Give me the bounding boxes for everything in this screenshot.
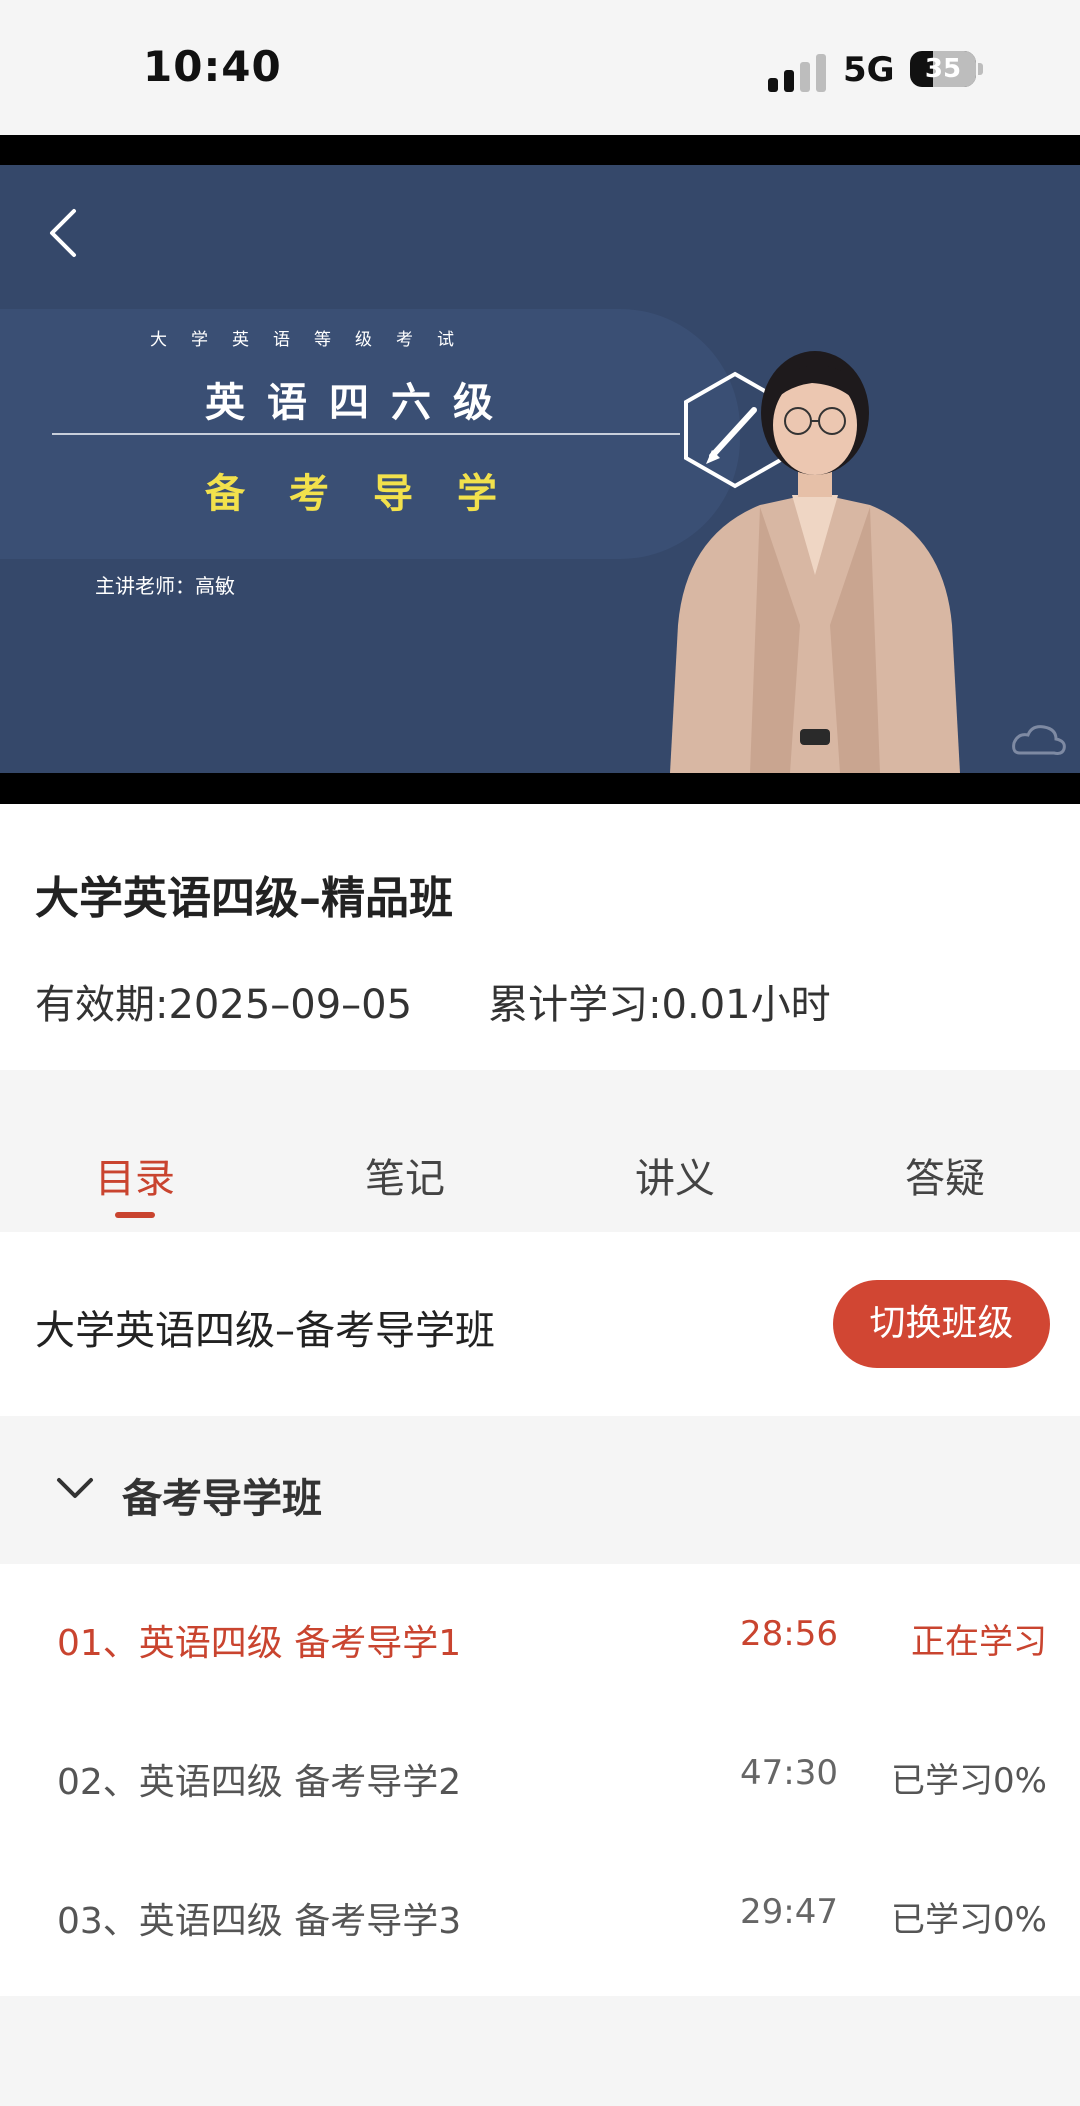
logo-watermark-icon (1012, 725, 1066, 755)
battery-level: 35 (924, 54, 962, 84)
tab-handouts[interactable]: 讲义 (540, 1146, 810, 1204)
status-time: 10:40 (143, 42, 282, 91)
tab-catalog[interactable]: 目录 (0, 1146, 270, 1204)
lesson-status: 已学习0% (891, 1761, 1047, 1801)
section-title: 备考导学班 (122, 1476, 322, 1522)
status-bar: 10:40 5G 35 (0, 0, 1080, 135)
lesson-duration: 47:30 (740, 1753, 838, 1793)
chevron-down-icon (57, 1478, 93, 1498)
lesson-status: 已学习0% (891, 1900, 1047, 1940)
signal-icon (768, 52, 826, 92)
slide-divider (52, 433, 680, 435)
class-name: 大学英语四级–备考导学班 (35, 1308, 495, 1354)
course-title: 大学英语四级–精品班 (35, 873, 453, 924)
section-header[interactable]: 备考导学班 (0, 1416, 1080, 1564)
presenter-image (670, 351, 960, 773)
switch-class-button[interactable]: 切换班级 (833, 1280, 1050, 1368)
video-frame[interactable]: 大学英语等级考试 英语四六级 备考导学 主讲老师：高敏 (0, 165, 1080, 773)
lesson-duration: 28:56 (740, 1614, 838, 1654)
lesson-status: 正在学习 (911, 1622, 1047, 1662)
slide-title: 英语四六级 (205, 380, 515, 426)
tab-qa[interactable]: 答疑 (810, 1146, 1080, 1204)
lesson-title: 02、英语四级 备考导学2 (57, 1762, 462, 1803)
lesson-duration: 29:47 (740, 1892, 838, 1932)
slide-subtitle: 大学英语等级考试 (150, 330, 478, 350)
course-meta: 有效期:2025–09–05 累计学习:0.01小时 (35, 972, 831, 1030)
lesson-title: 01、英语四级 备考导学1 (57, 1623, 462, 1664)
network-label: 5G (843, 50, 895, 90)
lesson-title: 03、英语四级 备考导学3 (57, 1901, 462, 1942)
slide-accent-text: 备考导学 (205, 471, 541, 517)
lesson-list: 01、英语四级 备考导学1 28:56 正在学习 02、英语四级 备考导学2 4… (0, 1564, 1080, 1996)
lesson-item[interactable]: 01、英语四级 备考导学1 28:56 正在学习 (0, 1564, 1080, 1703)
back-button[interactable] (40, 203, 90, 263)
tab-notes[interactable]: 笔记 (270, 1146, 540, 1204)
tab-indicator (115, 1212, 155, 1218)
class-selector: 大学英语四级–备考导学班 切换班级 (0, 1232, 1080, 1416)
study-time-label: 累计学习:0.01小时 (488, 982, 831, 1028)
battery-icon: 35 (910, 51, 984, 89)
tab-bar: 目录 笔记 讲义 答疑 (0, 1070, 1080, 1232)
lesson-item[interactable]: 02、英语四级 备考导学2 47:30 已学习0% (0, 1703, 1080, 1842)
chevron-left-icon (50, 209, 76, 257)
validity-label: 有效期:2025–09–05 (35, 982, 413, 1028)
video-player[interactable]: 大学英语等级考试 英语四六级 备考导学 主讲老师：高敏 (0, 135, 1080, 939)
slide-teacher: 主讲老师：高敏 (95, 574, 235, 598)
lesson-item[interactable]: 03、英语四级 备考导学3 29:47 已学习0% (0, 1842, 1080, 1981)
course-info: 大学英语四级–精品班 有效期:2025–09–05 累计学习:0.01小时 (0, 804, 1080, 1070)
